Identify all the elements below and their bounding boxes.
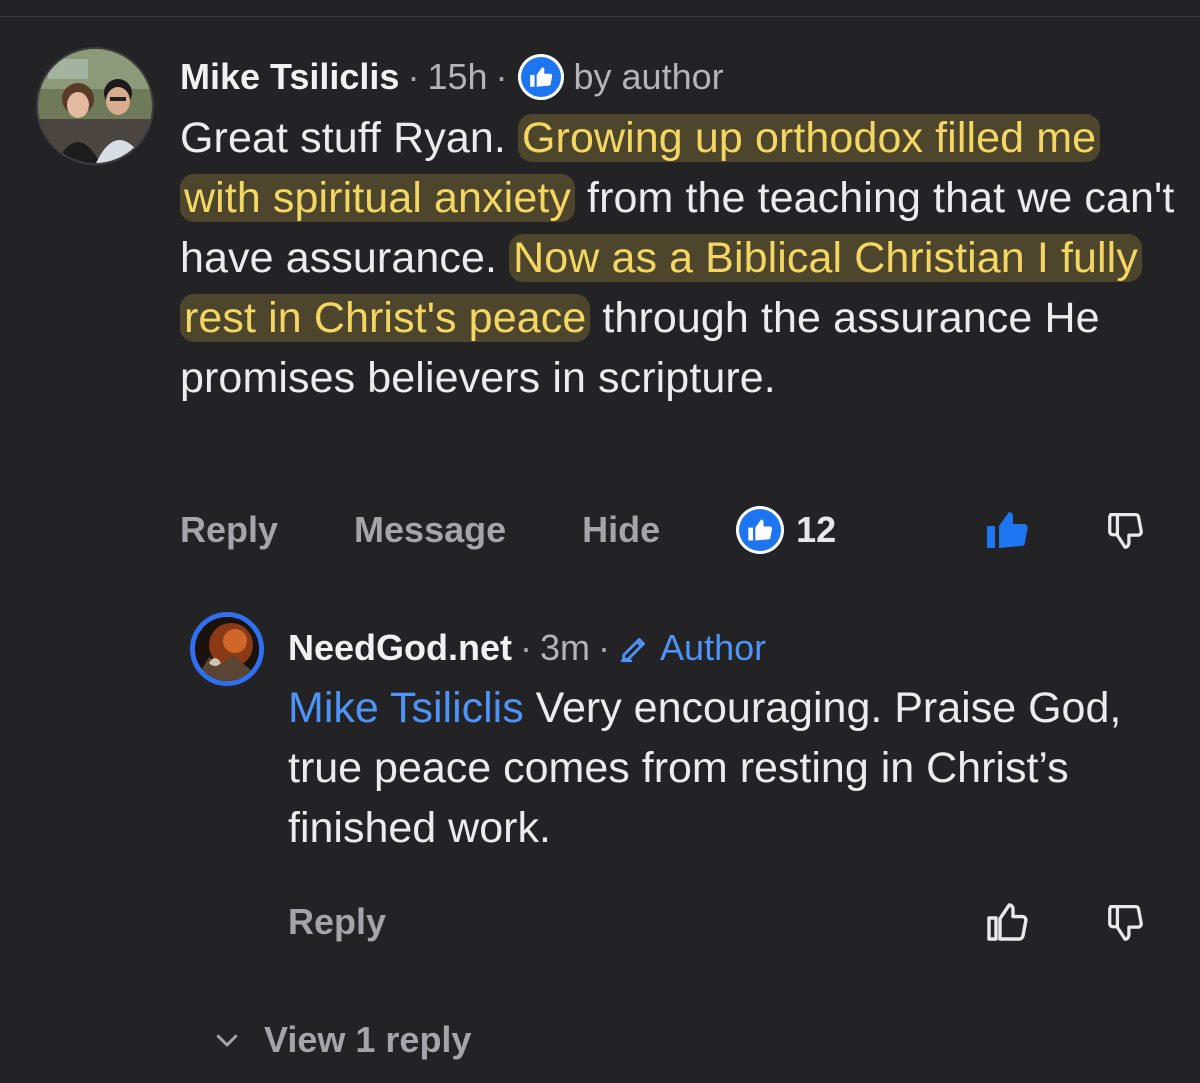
meta-separator: · — [520, 627, 533, 668]
top-divider — [0, 16, 1200, 17]
comment-actions: Reply Message Hide 12 — [180, 500, 1170, 560]
pencil-icon — [620, 638, 645, 663]
liked-by-author-label: by author — [573, 56, 724, 97]
avatar[interactable] — [36, 47, 154, 165]
reply-body: Mike Tsiliclis Very encouraging. Praise … — [288, 678, 1168, 858]
author-badge: Author — [618, 627, 766, 669]
reply-timestamp[interactable]: 3m — [540, 627, 590, 669]
meta-separator: · — [495, 56, 508, 97]
reply-button[interactable]: Reply — [180, 509, 278, 551]
view-replies-label: View 1 reply — [264, 1019, 472, 1060]
thumb-up-icon[interactable] — [980, 500, 1034, 560]
thumb-down-icon[interactable] — [1100, 500, 1154, 560]
comment-body: Great stuff Ryan. Growing up orthodox fi… — [180, 108, 1180, 408]
like-count: 12 — [796, 509, 837, 550]
comment-author-name[interactable]: Mike Tsiliclis — [180, 56, 399, 98]
author-tag-label: Author — [660, 627, 767, 668]
chevron-down-icon — [216, 1034, 238, 1047]
comment-timestamp[interactable]: 15h — [427, 56, 487, 98]
comment-text-segment: Great stuff Ryan. — [180, 114, 518, 162]
message-button[interactable]: Message — [354, 509, 506, 551]
comment-meta: Mike Tsiliclis · 15h · by author — [180, 52, 724, 102]
like-count-button[interactable]: 12 — [736, 506, 836, 554]
hide-button[interactable]: Hide — [582, 509, 660, 551]
thumb-up-icon[interactable] — [980, 892, 1034, 952]
reply-author-name[interactable]: NeedGod.net — [288, 627, 512, 669]
thumbs-up-icon — [517, 54, 564, 100]
reply-meta: NeedGod.net · 3m · Author — [288, 624, 766, 672]
reply-actions: Reply — [288, 892, 1168, 952]
view-replies-button[interactable]: View 1 reply — [212, 1010, 471, 1070]
reply-avatar[interactable] — [190, 612, 264, 686]
mention-link[interactable]: Mike Tsiliclis — [288, 684, 524, 732]
meta-separator: · — [598, 627, 611, 668]
thumbs-up-icon — [736, 506, 785, 554]
thumb-down-icon[interactable] — [1100, 892, 1154, 952]
reply-button[interactable]: Reply — [288, 901, 386, 943]
meta-separator: · — [407, 56, 420, 97]
